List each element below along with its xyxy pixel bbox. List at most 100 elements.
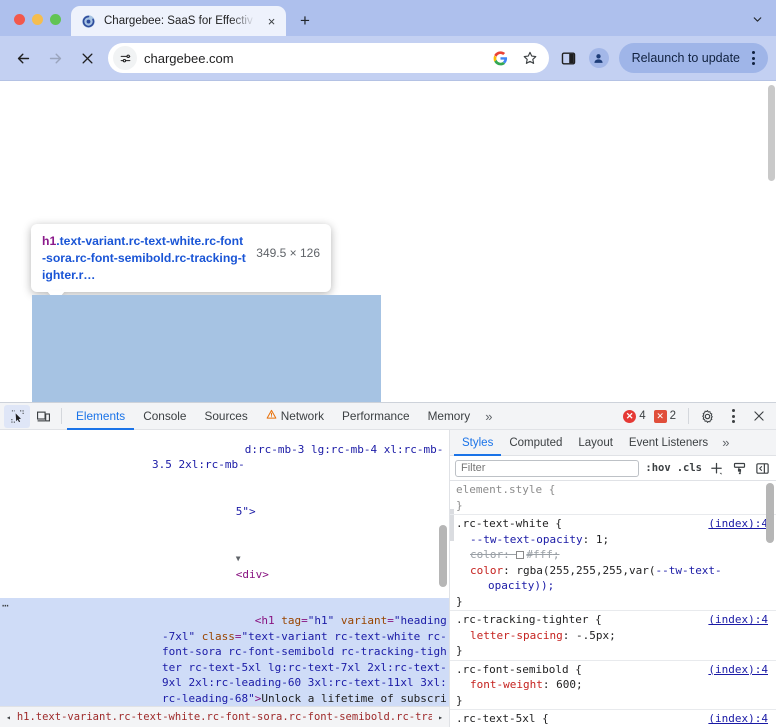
styles-panel-tabs: Styles Computed Layout Event Listeners » [450,430,776,456]
tab-label: Sources [204,409,248,423]
browser-tab[interactable]: Chargebee: SaaS for Effectiv × [71,6,286,36]
devtools-close-icon[interactable] [746,405,772,428]
css-declaration[interactable]: color: rgba(255,255,255,var(--tw-text- [456,563,770,579]
devtools-tab-sources[interactable]: Sources [195,403,256,430]
breadcrumb-scroll-right-icon[interactable]: ▸ [438,713,443,722]
css-source-link[interactable]: (index):4 [708,711,768,727]
sidebar-toggle-icon[interactable] [754,460,771,477]
google-g-icon[interactable] [490,47,512,69]
css-selector[interactable]: .rc-tracking-tighter [456,613,588,626]
browser-menu-kebab-icon[interactable] [742,47,764,69]
devtools-tab-elements[interactable]: Elements [67,403,134,430]
stop-loading-button[interactable] [72,43,102,73]
css-prop-value: 600 [556,678,576,691]
paintbrush-icon[interactable] [731,460,748,477]
url-text[interactable]: chargebee.com [144,51,483,66]
styles-tab-computed[interactable]: Computed [501,430,570,456]
css-selector[interactable]: .rc-text-white [456,517,549,530]
relaunch-to-update-button[interactable]: Relaunch to update [618,43,768,73]
gear-icon[interactable] [694,405,720,428]
tab-label: Performance [342,409,410,423]
css-declaration[interactable]: font-weight: 600; [456,677,770,693]
css-selector[interactable]: .rc-text-5xl [456,712,535,725]
minimize-window-button[interactable] [32,14,43,25]
tab-label: Styles [462,436,494,449]
relaunch-label: Relaunch to update [631,51,740,65]
devtools-tab-memory[interactable]: Memory [419,403,480,430]
page-scrollbar[interactable] [767,81,776,402]
devtools-more-kebab-icon[interactable] [720,405,746,428]
css-declaration[interactable]: letter-spacing: -.5px; [456,628,770,644]
css-prop-name: --tw-text-opacity [470,532,583,546]
tab-search-chevron-down-icon[interactable] [744,6,770,32]
dom-node-h1-selected[interactable]: ⋯ <h1 tag="h1" variant="heading-7xl" cla… [0,597,449,706]
dom-line-div-open[interactable]: ▼ <div> [0,535,449,598]
selected-node-ellipsis: ⋯ [2,598,9,612]
css-rule-rc-text-white[interactable]: .rc-text-white { (index):4 --tw-text-opa… [450,515,776,611]
css-rule-rc-text-5xl[interactable]: .rc-text-5xl { (index):4 [450,710,776,727]
css-rule-rc-tracking-tighter[interactable]: .rc-tracking-tighter { (index):4 letter-… [450,611,776,661]
bookmark-star-icon[interactable] [519,47,541,69]
css-rule-rc-font-semibold[interactable]: .rc-font-semibold { (index):4 font-weigh… [450,661,776,710]
page-viewport: h1.text-variant.rc-text-white.rc-font-so… [0,80,776,402]
styles-filter-input[interactable] [455,459,640,477]
inspector-tooltip-classes: .text-variant.rc-text-white.rc-font-sora… [42,234,246,282]
back-button[interactable] [8,43,38,73]
dom-attr-value: "h1" [307,614,335,627]
close-window-button[interactable] [14,14,25,25]
css-source-link[interactable]: (index):4 [708,516,768,532]
css-rules-list[interactable]: element.style { } .rc-text-white { (inde… [450,481,776,727]
dom-breadcrumb: ◂ h1.text-variant.rc-text-white.rc-font-… [0,706,449,727]
cls-toggle-button[interactable]: .cls [677,462,702,474]
devtools-issue-badges[interactable]: ✕ 4 ✕ 2 [623,409,683,423]
css-declaration-overridden[interactable]: color: #fff; [456,547,770,563]
dom-tree[interactable]: d:rc-mb-3 lg:rc-mb-4 xl:rc-mb-3.5 2xl:rc… [0,430,449,706]
styles-tab-styles[interactable]: Styles [454,430,501,456]
site-settings-tune-icon[interactable] [113,46,137,70]
css-prop-name: color [470,563,504,577]
more-devtools-tabs-icon[interactable]: » [479,409,498,424]
css-source-link[interactable]: (index):4 [708,662,768,678]
dom-tree-scrollbar[interactable] [439,430,447,706]
css-selector[interactable]: .rc-font-semibold [456,663,569,676]
devtools-body: d:rc-mb-3 lg:rc-mb-4 xl:rc-mb-3.5 2xl:rc… [0,430,776,727]
css-declaration[interactable]: --tw-text-opacity: 1; [456,532,770,548]
dom-text: <div> [235,567,269,581]
dom-attr-name: variant [340,614,388,627]
styles-tab-event-listeners[interactable]: Event Listeners [621,430,716,456]
styles-toolbar: :hov .cls [450,456,776,481]
devtools-tab-performance[interactable]: Performance [333,403,419,430]
breadcrumb-scroll-left-icon[interactable]: ◂ [6,713,11,722]
css-source-link[interactable]: (index):4 [708,612,768,628]
css-list-scrollbar[interactable] [766,483,774,543]
tab-close-icon[interactable]: × [263,13,280,30]
css-prop-value: -.5px [575,628,610,642]
dom-attr-name: tag [281,614,302,627]
breadcrumb-text[interactable]: h1.text-variant.rc-text-white.rc-font-so… [17,711,432,723]
css-prop-name: font-weight [470,678,543,691]
plus-icon[interactable] [708,460,725,477]
inspector-tooltip-tag: h1 [42,234,57,248]
dom-line-attr-cont[interactable]: d:rc-mb-3 lg:rc-mb-4 xl:rc-mb-3.5 2xl:rc… [0,430,449,535]
expand-triangle-icon[interactable]: ▼ [236,554,241,563]
hov-toggle-button[interactable]: :hov [645,462,670,474]
tab-strip: Chargebee: SaaS for Effectiv × + [0,0,776,36]
new-tab-button[interactable]: + [292,7,318,33]
css-selector[interactable]: element.style [456,483,542,496]
dom-text: d:rc-mb-3 lg:rc-mb-4 xl:rc-mb-3.5 2xl:rc… [152,442,444,472]
dom-text: 5"> [235,504,256,518]
side-panel-icon[interactable] [555,44,583,72]
inspect-element-icon[interactable] [4,404,30,428]
profile-avatar[interactable] [585,44,613,72]
css-rule-element-style[interactable]: element.style { } [450,481,776,515]
more-styles-tabs-icon[interactable]: » [716,435,735,450]
devtools-tab-network[interactable]: Network [257,403,333,430]
warning-count-icon: ✕ [653,409,667,423]
devtools-tab-console[interactable]: Console [134,403,195,430]
forward-button[interactable] [40,43,70,73]
maximize-window-button[interactable] [50,14,61,25]
device-toolbar-icon[interactable] [30,405,56,428]
color-swatch[interactable] [516,551,525,559]
address-bar[interactable]: chargebee.com [108,43,549,73]
styles-tab-layout[interactable]: Layout [570,430,621,456]
